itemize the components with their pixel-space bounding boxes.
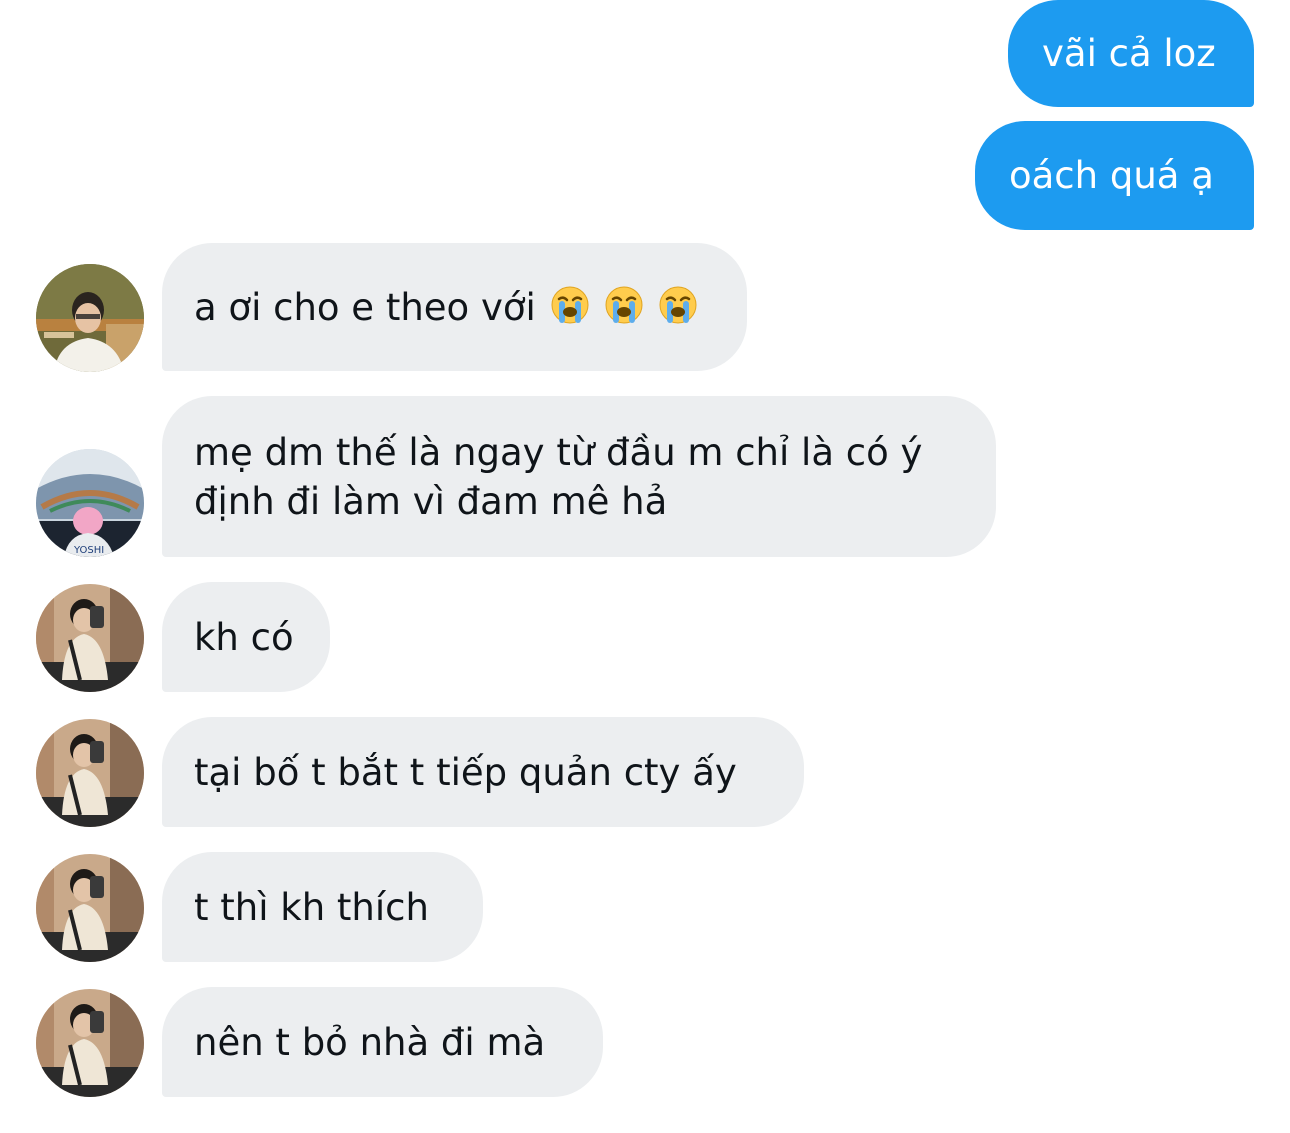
received-message-bubble[interactable]: kh có xyxy=(162,582,330,692)
received-message-bubble[interactable]: tại bố t bắt t tiếp quản cty ấy xyxy=(162,717,804,827)
svg-text:YOSHI: YOSHI xyxy=(73,545,104,556)
avatar[interactable] xyxy=(36,264,144,372)
loudly-crying-face-icon xyxy=(604,285,644,325)
avatar-image-icon xyxy=(36,854,144,962)
avatar[interactable] xyxy=(36,719,144,827)
message-text: kh có xyxy=(194,615,294,659)
message-text: nên t bỏ nhà đi mà xyxy=(194,1020,546,1064)
avatar-image-icon: YOSHI xyxy=(36,449,144,557)
received-message-bubble[interactable]: a ơi cho e theo với xyxy=(162,243,747,371)
loudly-crying-face-icon xyxy=(658,285,698,325)
loudly-crying-face-icon xyxy=(550,285,590,325)
avatar-image-icon xyxy=(36,989,144,1097)
received-message-bubble[interactable]: mẹ dm thế là ngay từ đầu m chỉ là có ý đ… xyxy=(162,396,996,557)
received-message-bubble[interactable]: t thì kh thích xyxy=(162,852,483,962)
avatar[interactable] xyxy=(36,584,144,692)
avatar[interactable] xyxy=(36,989,144,1097)
avatar[interactable] xyxy=(36,854,144,962)
message-text: a ơi cho e theo với xyxy=(194,285,536,329)
message-text: t thì kh thích xyxy=(194,885,429,929)
message-text: tại bố t bắt t tiếp quản cty ấy xyxy=(194,750,737,794)
message-text: vãi cả loz xyxy=(1042,32,1216,75)
message-text: oách quá ạ xyxy=(1009,154,1214,197)
avatar-image-icon xyxy=(36,719,144,827)
avatar-image-icon xyxy=(36,264,144,372)
avatar[interactable]: YOSHI xyxy=(36,449,144,557)
sent-message-bubble[interactable]: oách quá ạ xyxy=(975,121,1254,230)
avatar-image-icon xyxy=(36,584,144,692)
received-message-bubble[interactable]: nên t bỏ nhà đi mà xyxy=(162,987,603,1097)
sent-message-bubble[interactable]: vãi cả loz xyxy=(1008,0,1254,107)
message-text: mẹ dm thế là ngay từ đầu m chỉ là có ý đ… xyxy=(194,430,923,523)
